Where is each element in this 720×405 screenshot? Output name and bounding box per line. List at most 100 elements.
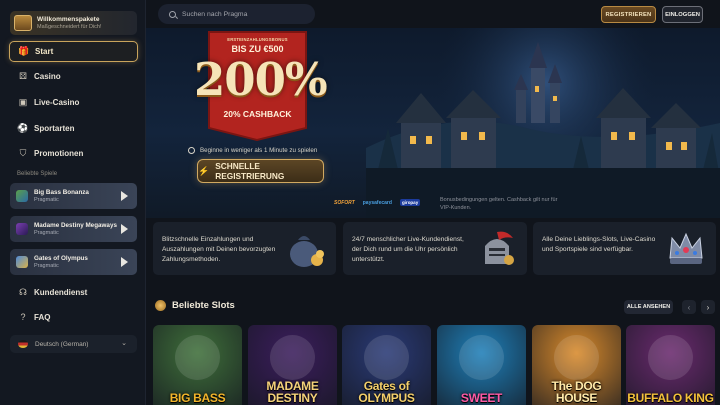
- timer-note: Beginne in weniger als 1 Minute zu spiel…: [188, 147, 317, 154]
- slot-game-title: The DOG HOUSE: [551, 379, 602, 405]
- language-select[interactable]: Deutsch (German) ⌄: [10, 335, 137, 353]
- view-all-button[interactable]: ALLE ANSEHEN: [624, 300, 673, 314]
- game-provider: Pragmatic: [34, 262, 59, 269]
- search-placeholder: Suchen nach Pragma: [182, 10, 248, 18]
- knight-helmet-icon: [485, 231, 514, 265]
- sidebar-item-label: Promotionen: [34, 148, 84, 158]
- slot-game-title: Gates of OLYMPUS: [358, 379, 415, 405]
- feature-payments: Blitzschnelle Einzahlungen und Auszahlun…: [153, 222, 336, 275]
- sidebar-item-label: Casino: [34, 71, 61, 81]
- play-icon[interactable]: [121, 257, 128, 267]
- chevron-right-icon: ›: [706, 302, 710, 312]
- live-cards-icon: ▣: [18, 97, 28, 107]
- feature-support: 24/7 menschlicher Live-Kundendienst, der…: [343, 222, 527, 275]
- game-thumbnail: [16, 190, 28, 202]
- slot-game-tile[interactable]: BIG BASS: [153, 325, 242, 405]
- play-icon[interactable]: [121, 224, 128, 234]
- slot-game-art: [554, 335, 599, 380]
- chevron-left-icon: ‹: [687, 302, 691, 312]
- sidebar-item-promotions[interactable]: ⛉ Promotionen: [17, 146, 84, 160]
- gift-icon: 🎁: [18, 46, 30, 56]
- hero-banner: ERSTEINZAHLUNGSBONUS BIS ZU €500 200% 20…: [146, 28, 720, 218]
- language-label: Deutsch (German): [35, 340, 89, 348]
- game-provider: Pragmatic: [34, 196, 59, 203]
- clock-icon: [188, 147, 195, 154]
- feature-games: Alle Deine Lieblings-Slots, Live-Casino …: [533, 222, 716, 275]
- headset-icon: ☊: [19, 287, 27, 297]
- feature-text: Blitzschnelle Einzahlungen und Auszahlun…: [162, 236, 276, 263]
- sidebar-item-label: Live-Casino: [34, 97, 80, 107]
- sidebar-item-label: Start: [35, 47, 54, 56]
- register-button[interactable]: REGISTRIEREN: [601, 6, 656, 23]
- slot-game-tile[interactable]: BUFFALO KING: [626, 325, 715, 405]
- game-name: Gates of Olympus: [34, 254, 88, 262]
- question-icon: ?: [20, 312, 26, 322]
- welcome-packages-banner[interactable]: Willkommenspakete Maßgeschneidert für Di…: [10, 11, 137, 35]
- login-button[interactable]: EINLOGGEN: [662, 6, 703, 23]
- cashback-label: 20% CASHBACK: [223, 109, 292, 119]
- slot-game-tile[interactable]: Gates of OLYMPUS: [342, 325, 431, 405]
- popular-game-gates-of-olympus[interactable]: Gates of Olympus Pragmatic: [10, 249, 137, 275]
- game-thumbnail: [16, 223, 28, 235]
- dice-icon: ⚄: [19, 71, 27, 81]
- game-name: Madame Destiny Megaways: [34, 221, 117, 229]
- popular-games-heading: Beliebte Spiele: [17, 171, 58, 177]
- slot-game-title: MADAME DESTINY: [266, 379, 319, 405]
- slots-title: Beliebte Slots: [172, 300, 235, 311]
- sidebar-item-faq[interactable]: ? FAQ: [17, 310, 50, 324]
- feature-text: Alle Deine Lieblings-Slots, Live-Casino …: [542, 236, 656, 253]
- slot-game-art: [364, 335, 409, 380]
- slot-game-tile[interactable]: SWEET: [437, 325, 526, 405]
- sidebar-item-live-casino[interactable]: ▣ Live-Casino: [17, 95, 80, 109]
- welcome-title: Willkommenspakete: [37, 15, 100, 23]
- popular-game-madame-destiny[interactable]: Madame Destiny Megaways Pragmatic: [10, 216, 137, 242]
- paysafecard-logo: paysafecard: [362, 199, 392, 206]
- timer-text: Beginne in weniger als 1 Minute zu spiel…: [200, 147, 318, 154]
- slot-game-tile[interactable]: The DOG HOUSE: [532, 325, 621, 405]
- carousel-next-button[interactable]: ›: [701, 300, 715, 314]
- sidebar-item-sports[interactable]: ⚽ Sportarten: [17, 121, 74, 135]
- feature-text: 24/7 menschlicher Live-Kundendienst, der…: [352, 236, 464, 263]
- carousel-prev-button[interactable]: ‹: [682, 300, 696, 314]
- search-input[interactable]: Suchen nach Pragma: [158, 4, 315, 24]
- shield-promo-icon: ⛉: [19, 148, 27, 158]
- slot-game-title: BIG BASS: [169, 391, 226, 405]
- crown-icon: [669, 232, 703, 264]
- slot-game-art: [648, 335, 693, 380]
- bonus-percentage: 200%: [194, 53, 328, 106]
- bonus-title: ERSTEINZAHLUNGSBONUS: [227, 37, 288, 42]
- play-icon[interactable]: [121, 191, 128, 201]
- soccer-ball-icon: ⚽: [17, 123, 29, 133]
- giropay-logo: giropay: [399, 199, 421, 206]
- slot-game-title: BUFFALO KING: [627, 391, 714, 405]
- slot-game-art: [459, 335, 504, 380]
- sidebar-item-label: Kundendienst: [34, 287, 88, 297]
- popular-game-big-bass-bonanza[interactable]: Big Bass Bonanza Pragmatic: [10, 183, 137, 209]
- slot-game-art: [175, 335, 220, 380]
- bonus-terms: Bonusbedingungen gelten. Cashback gilt n…: [440, 197, 558, 211]
- slot-game-tile[interactable]: MADAME DESTINY: [248, 325, 337, 405]
- slot-game-title: SWEET: [460, 391, 503, 405]
- slots-heading: Beliebte Slots: [155, 300, 235, 311]
- slot-game-art: [270, 335, 315, 380]
- game-name: Big Bass Bonanza: [34, 188, 89, 196]
- sofort-logo: SOFORT: [334, 199, 355, 206]
- lightning-icon: ⚡: [198, 165, 210, 176]
- game-provider: Pragmatic: [34, 229, 59, 236]
- slots-icon: [155, 300, 166, 311]
- quick-register-button[interactable]: ⚡ SCHNELLE REGISTRIERUNG: [197, 159, 324, 183]
- sidebar-item-label: Sportarten: [34, 123, 75, 133]
- german-flag-icon: [18, 340, 28, 348]
- sidebar-item-support[interactable]: ☊ Kundendienst: [17, 285, 87, 299]
- payment-methods: SOFORT paysafecard giropay: [334, 199, 428, 206]
- game-thumbnail: [16, 256, 28, 268]
- welcome-subtitle: Maßgeschneidert für Dich!: [37, 23, 102, 30]
- sidebar-item-start[interactable]: 🎁 Start: [9, 41, 138, 62]
- treasure-chest-icon: [14, 15, 32, 31]
- sidebar-item-label: FAQ: [34, 312, 51, 322]
- search-icon: [169, 10, 176, 18]
- money-bag-icon: [290, 236, 324, 267]
- sidebar-item-casino[interactable]: ⚄ Casino: [17, 69, 61, 83]
- sidebar: Willkommenspakete Maßgeschneidert für Di…: [0, 0, 146, 405]
- quick-register-label: SCHNELLE REGISTRIERUNG: [215, 161, 285, 181]
